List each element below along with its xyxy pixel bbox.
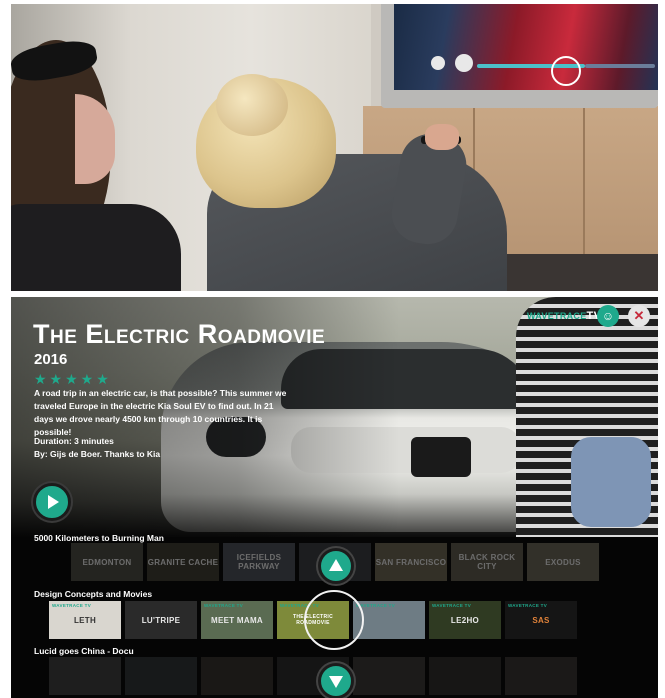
scroll-up-button[interactable] <box>318 548 354 584</box>
tile[interactable]: GRANITE CACHE <box>147 543 219 581</box>
featured-credits: By: Gijs de Boer. Thanks to Kia <box>34 449 161 459</box>
row-label: Design Concepts and Movies <box>34 589 153 599</box>
tile[interactable]: WAVETRACE TV LE2HO <box>429 601 501 639</box>
selection-ring <box>304 590 364 650</box>
tile-title: SAS <box>532 615 550 625</box>
tile[interactable]: ICEFIELDS PARKWAY <box>223 543 295 581</box>
featured-title: The Electric Roadmovie <box>33 319 326 349</box>
photo-people-watching-tv <box>11 4 658 291</box>
tile[interactable]: LU'TRIPE <box>125 601 197 639</box>
tile-tag: WAVETRACE TV <box>204 603 244 608</box>
tile[interactable]: BLACK ROCK CITY <box>451 543 523 581</box>
person-right-bun <box>216 74 288 136</box>
play-button[interactable] <box>33 483 71 521</box>
tile-tag: WAVETRACE TV <box>432 603 472 608</box>
page: WAVETRACETV ☺ ✕ The Electric Roadmovie 2… <box>0 0 665 698</box>
person-left-body <box>11 204 181 291</box>
tile[interactable]: EDMONTON <box>71 543 143 581</box>
tile[interactable]: WAVETRACE TV LETH <box>49 601 121 639</box>
tv-volume-icon <box>455 54 473 72</box>
profile-button[interactable]: ☺ <box>597 305 619 327</box>
tile[interactable]: SAN FRANCISCO <box>375 543 447 581</box>
tile[interactable] <box>49 657 121 695</box>
tv-screen <box>394 4 658 90</box>
close-icon: ✕ <box>633 308 645 323</box>
tile-tag: WAVETRACE TV <box>356 603 396 608</box>
tv-pause-icon <box>431 56 445 70</box>
person-right-hand <box>425 124 459 150</box>
tile[interactable] <box>429 657 501 695</box>
tile[interactable] <box>505 657 577 695</box>
scroll-down-button[interactable] <box>318 663 354 698</box>
tile-title: LE2HO <box>450 615 480 625</box>
close-button[interactable]: ✕ <box>628 305 650 327</box>
featured-duration: Duration: 3 minutes <box>34 436 114 446</box>
tile[interactable]: WAVETRACE TV MEET MAMA <box>201 601 273 639</box>
row-label: Lucid goes China - Docu <box>34 646 134 656</box>
tile-tag: WAVETRACE TV <box>508 603 548 608</box>
tv-progress-knob <box>551 56 581 86</box>
tv-app-screen: WAVETRACETV ☺ ✕ The Electric Roadmovie 2… <box>11 297 658 698</box>
app-logo: WAVETRACETV <box>527 310 601 322</box>
tile[interactable]: WAVETRACE TV SAS <box>505 601 577 639</box>
tv-progress-remaining <box>585 64 655 68</box>
tile-title: LETH <box>73 615 97 625</box>
tile-tag: WAVETRACE TV <box>52 603 92 608</box>
cabinet-seam <box>583 106 585 256</box>
star-rating: ★★★★★ <box>34 371 112 387</box>
tile-title: LU'TRIPE <box>141 615 181 625</box>
row-label: 5000 Kilometers to Burning Man <box>34 533 164 543</box>
tile[interactable] <box>353 657 425 695</box>
user-icon: ☺ <box>601 309 615 323</box>
featured-description: A road trip in an electric car, is that … <box>34 388 287 437</box>
logo-brand: WAVETRACE <box>527 311 587 321</box>
tile[interactable] <box>201 657 273 695</box>
featured-year: 2016 <box>34 351 68 368</box>
tile[interactable] <box>125 657 197 695</box>
tile-title: MEET MAMA <box>210 615 264 625</box>
tile[interactable]: EXODUS <box>527 543 599 581</box>
